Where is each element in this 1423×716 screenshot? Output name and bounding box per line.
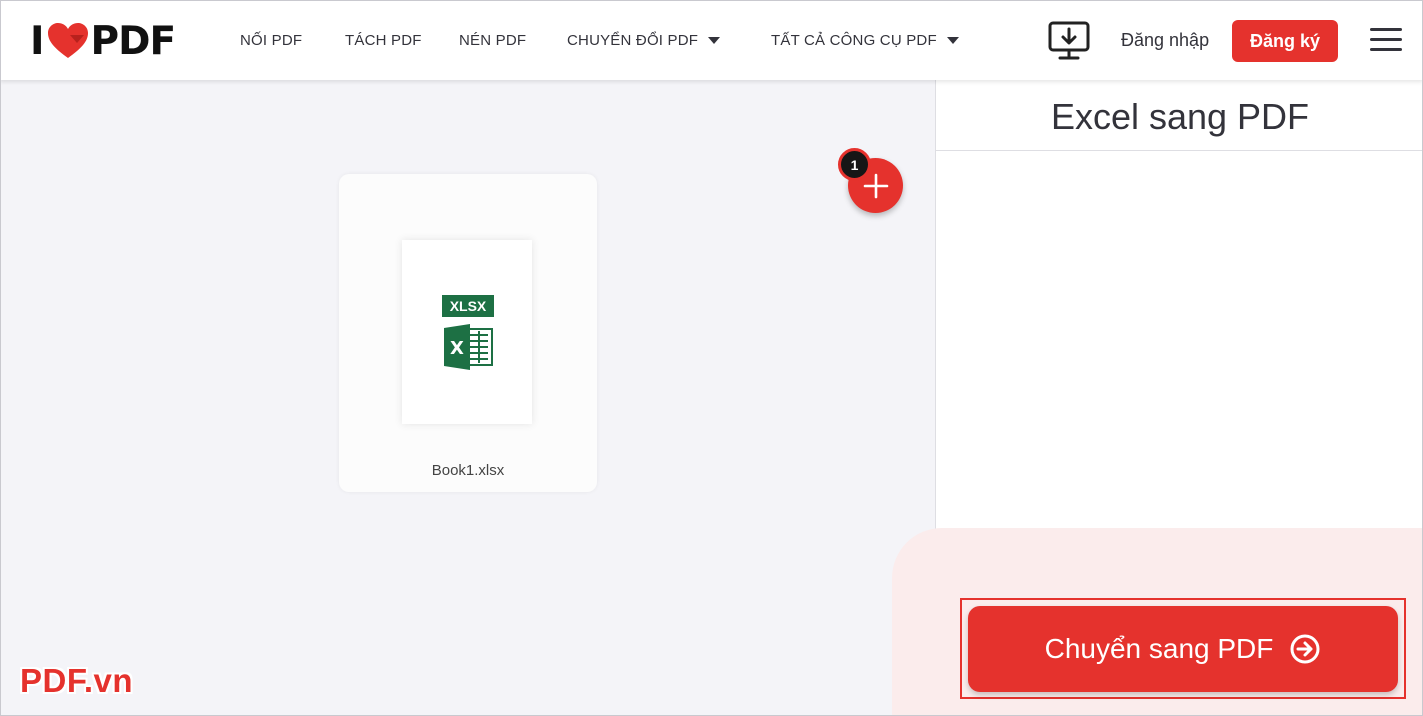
excel-file-icon: X bbox=[444, 324, 493, 370]
hamburger-icon[interactable] bbox=[1370, 26, 1404, 54]
plus-icon bbox=[863, 173, 888, 198]
logo-letter-i: I bbox=[30, 18, 44, 64]
svg-text:X: X bbox=[450, 338, 464, 359]
file-count-badge: 1 bbox=[838, 148, 871, 181]
nav-compress-pdf[interactable]: NÉN PDF bbox=[459, 32, 526, 49]
logo-letters-pdf: PDF bbox=[90, 18, 177, 64]
signup-button[interactable]: Đăng ký bbox=[1232, 20, 1338, 62]
desktop-download-icon[interactable] bbox=[1047, 20, 1091, 62]
file-card[interactable]: XLSX X Book1.xlsx bbox=[339, 174, 597, 492]
site-watermark: PDF.vn bbox=[20, 662, 134, 699]
sidebar-divider bbox=[936, 150, 1423, 151]
file-name: Book1.xlsx bbox=[431, 462, 505, 479]
nav-convert-pdf[interactable]: CHUYỂN ĐỔI PDF bbox=[567, 32, 721, 49]
convert-button-label: Chuyển sang PDF bbox=[1044, 633, 1274, 664]
caret-down-icon bbox=[708, 37, 721, 44]
file-workspace: XLSX X Book1.xlsx bbox=[0, 80, 935, 716]
top-navbar: I PDF NỐI PDF TÁCH PDF NÉN PDF CHUYỂN ĐỔ… bbox=[0, 0, 1423, 80]
caret-down-icon bbox=[946, 37, 959, 44]
heart-logo-icon bbox=[47, 23, 88, 58]
tool-title: Excel sang PDF bbox=[1050, 96, 1310, 137]
file-thumbnail: XLSX X bbox=[402, 240, 532, 424]
file-type-badge: XLSX bbox=[442, 295, 494, 317]
nav-all-tools[interactable]: TẤT CẢ CÔNG CỤ PDF bbox=[771, 32, 959, 49]
nav-merge-pdf[interactable]: NỐI PDF bbox=[240, 32, 302, 49]
arrow-right-circle-icon bbox=[1290, 634, 1320, 664]
convert-to-pdf-button[interactable]: Chuyển sang PDF bbox=[968, 606, 1398, 692]
login-link[interactable]: Đăng nhập bbox=[1121, 30, 1209, 51]
ilovepdf-logo[interactable]: I PDF bbox=[30, 18, 177, 64]
nav-split-pdf[interactable]: TÁCH PDF bbox=[345, 32, 422, 49]
